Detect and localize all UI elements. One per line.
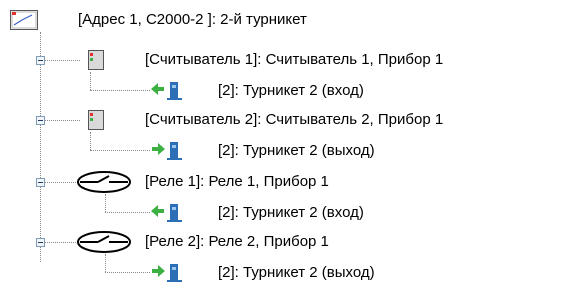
- tree-node-root[interactable]: [Адрес 1, С2000-2 ]: 2-й турникет: [0, 5, 578, 35]
- turnstile-entry-icon: [150, 79, 184, 101]
- device-panel-icon: [10, 10, 38, 30]
- tree-node-label: [Адрес 1, С2000-2 ]: 2-й турникет: [78, 11, 307, 28]
- tree-node-turnstile-4[interactable]: [2]: Турникет 2 (выход): [0, 258, 578, 288]
- tree-node-relay-2[interactable]: [Реле 2]: Реле 2, Прибор 1: [0, 227, 578, 257]
- tree-node-label: [2]: Турникет 2 (вход): [218, 204, 364, 221]
- turnstile-exit-icon: [150, 261, 184, 283]
- reader-icon: [88, 110, 104, 130]
- tree-node-turnstile-1[interactable]: [2]: Турникет 2 (вход): [0, 76, 578, 106]
- tree-node-turnstile-3[interactable]: [2]: Турникет 2 (вход): [0, 198, 578, 228]
- tree-node-relay-1[interactable]: [Реле 1]: Реле 1, Прибор 1: [0, 167, 578, 197]
- tree-node-label: [Реле 2]: Реле 2, Прибор 1: [145, 233, 329, 250]
- relay-icon: [76, 230, 132, 254]
- tree-node-label: [Считыватель 2]: Считыватель 2, Прибор 1: [145, 111, 444, 128]
- relay-icon: [76, 170, 132, 194]
- tree-node-label: [2]: Турникет 2 (выход): [218, 264, 375, 281]
- turnstile-entry-icon: [150, 201, 184, 223]
- tree-node-label: [Считыватель 1]: Считыватель 1, Прибор 1: [145, 51, 444, 68]
- device-tree: [Адрес 1, С2000-2 ]: 2-й турникет [Считы…: [0, 0, 578, 293]
- tree-node-reader-2[interactable]: [Считыватель 2]: Считыватель 2, Прибор 1: [0, 105, 578, 135]
- tree-node-label: [2]: Турникет 2 (выход): [218, 142, 375, 159]
- reader-icon: [88, 50, 104, 70]
- tree-node-reader-1[interactable]: [Считыватель 1]: Считыватель 1, Прибор 1: [0, 45, 578, 75]
- tree-node-label: [2]: Турникет 2 (вход): [218, 82, 364, 99]
- turnstile-exit-icon: [150, 139, 184, 161]
- tree-node-turnstile-2[interactable]: [2]: Турникет 2 (выход): [0, 136, 578, 166]
- tree-node-label: [Реле 1]: Реле 1, Прибор 1: [145, 173, 329, 190]
